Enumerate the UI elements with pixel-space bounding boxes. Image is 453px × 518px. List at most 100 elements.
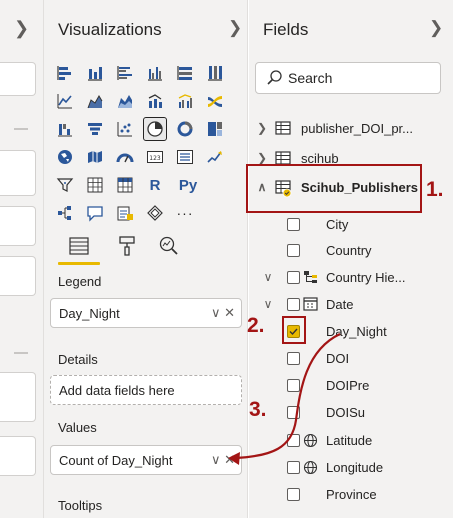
svg-text:123: 123 [149,155,161,162]
funnel-chart-icon[interactable] [84,118,106,140]
details-well[interactable]: Add data fields here [50,375,242,405]
field-checkbox[interactable] [287,243,300,257]
field-checkbox[interactable] [287,378,300,392]
waterfall-chart-icon[interactable] [54,118,76,140]
field-name: City [326,216,349,232]
table-icon[interactable] [84,174,106,196]
field-row[interactable]: ∨ Date [249,292,453,316]
table-row[interactable]: ❯ publisher_DOI_pr... [249,116,453,140]
filter-card[interactable] [0,62,36,96]
kpi-icon[interactable] [204,146,226,168]
multi-row-card-icon[interactable] [174,146,196,168]
field-name: DOI [326,350,350,366]
field-checkbox[interactable] [287,297,300,311]
field-row[interactable]: Longitude [249,455,453,479]
gauge-icon[interactable] [114,146,136,168]
chevron-right-icon[interactable]: ❯ [255,151,269,165]
field-row[interactable]: Day_Night [249,319,453,343]
field-checkbox[interactable] [287,270,300,284]
values-well[interactable]: Count of Day_Night ∨ ✕ [50,445,242,475]
python-visual-label: Py [178,176,198,194]
qa-icon[interactable] [84,202,106,224]
fields-tab-icon[interactable] [66,234,92,258]
filter-card[interactable] [0,436,36,476]
fields-pane: Fields ❯ Search ❯ publisher_DOI_pr... ❯ … [249,0,453,518]
table-icon [275,151,291,165]
search-input[interactable]: Search [255,62,441,94]
field-name: DOISu [326,404,366,420]
100-stacked-column-chart-icon[interactable] [204,62,226,84]
more-visuals-icon[interactable]: ··· [174,202,196,224]
treemap-icon[interactable] [204,118,226,140]
card-icon[interactable]: 123 [144,146,166,168]
clustered-column-chart-icon[interactable] [144,62,166,84]
field-checkbox[interactable] [287,460,300,474]
filters-pane: ❯ [0,0,44,518]
chevron-right-icon[interactable]: ❯ [255,121,269,135]
field-row[interactable]: Province [249,482,453,506]
scatter-chart-icon[interactable] [114,118,136,140]
field-chip-controls[interactable]: ∨ ✕ [211,452,235,468]
field-row[interactable]: ∨ Country Hie... [249,265,453,289]
more-visuals-label: ··· [176,205,194,221]
field-row[interactable]: City [249,212,453,236]
format-paintbrush-icon[interactable] [114,234,140,258]
smart-narrative-icon[interactable] [114,202,136,224]
line-chart-icon[interactable] [54,90,76,112]
chevron-down-icon[interactable]: ∨ [261,297,275,311]
pie-chart-icon[interactable] [143,117,167,141]
field-name: Date [326,296,354,312]
field-checkbox[interactable] [287,351,300,365]
visualizations-pane: Visualizations ❯ 123 R Py ··· Legend Day… [44,0,248,518]
stacked-area-chart-icon[interactable] [114,90,136,112]
decomposition-tree-icon[interactable] [54,202,76,224]
globe-icon [303,460,319,475]
field-row[interactable]: DOISu [249,400,453,424]
divider [14,128,28,130]
line-and-column-chart-icon[interactable] [144,90,166,112]
slicer-icon[interactable] [54,174,76,196]
fields-title: Fields [263,20,309,39]
stacked-bar-chart-icon[interactable] [54,62,76,84]
legend-well[interactable]: Day_Night ∨ ✕ [50,298,242,328]
line-and-clustered-column-chart-icon[interactable] [174,90,196,112]
field-row[interactable]: Country [249,238,453,262]
python-visual-icon[interactable]: Py [174,174,202,196]
field-checkbox[interactable] [287,405,300,419]
chevron-right-icon[interactable]: ❯ [228,18,242,38]
r-visual-icon[interactable]: R [144,174,166,196]
clustered-bar-chart-icon[interactable] [114,62,136,84]
field-name: Province [326,486,377,502]
field-row[interactable]: DOI [249,346,453,370]
values-label: Values [58,420,97,435]
filled-map-icon[interactable] [84,146,106,168]
paginated-report-icon[interactable] [144,202,166,224]
filter-card[interactable] [0,206,36,246]
field-chip-controls[interactable]: ∨ ✕ [211,305,235,321]
donut-chart-icon[interactable] [174,118,196,140]
matrix-icon[interactable] [114,174,136,196]
table-name: publisher_DOI_pr... [301,120,414,136]
filter-card[interactable] [0,256,36,296]
stacked-column-chart-icon[interactable] [84,62,106,84]
map-icon[interactable] [54,146,76,168]
details-placeholder: Add data fields here [59,382,175,398]
field-checkbox[interactable] [287,433,300,447]
chevron-down-icon[interactable]: ∨ [261,270,275,284]
filter-card[interactable] [0,150,36,196]
analytics-magnifier-icon[interactable] [156,234,182,258]
chevron-right-icon[interactable]: ❯ [14,18,29,39]
field-name: Country Hie... [326,269,406,285]
field-row[interactable]: DOIPre [249,373,453,397]
annotation-box-step1 [246,164,422,213]
divider [14,352,28,354]
area-chart-icon[interactable] [84,90,106,112]
field-checkbox[interactable] [287,217,300,231]
100-stacked-bar-chart-icon[interactable] [174,62,196,84]
chevron-right-icon[interactable]: ❯ [429,18,443,38]
filter-card[interactable] [0,372,36,422]
field-row[interactable]: Latitude [249,428,453,452]
field-checkbox[interactable] [287,487,300,501]
ribbon-chart-icon[interactable] [204,90,226,112]
field-name: Country [326,242,372,258]
